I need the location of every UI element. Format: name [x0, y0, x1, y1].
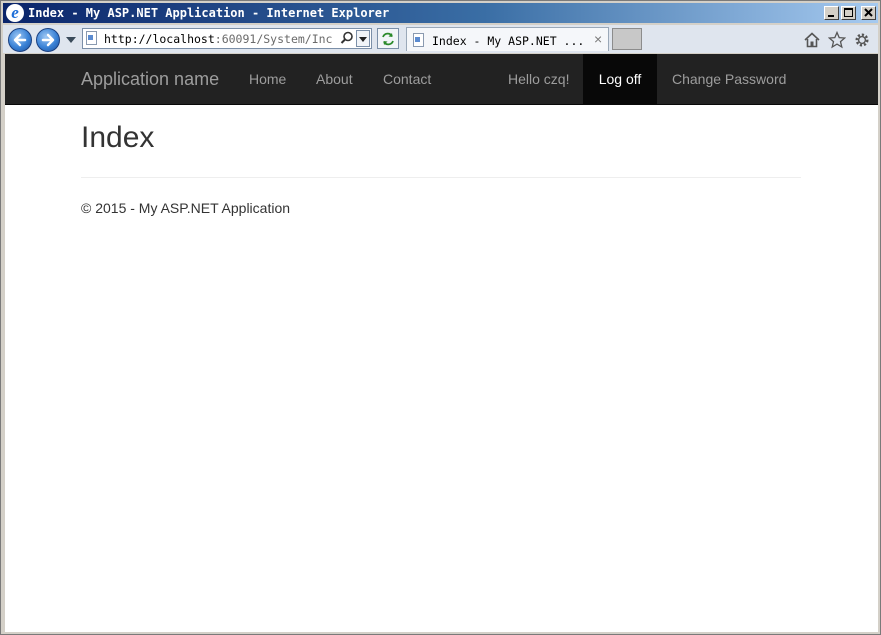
- browser-window: e Index - My ASP.NET Application - Inter…: [0, 0, 881, 635]
- maximize-button[interactable]: [841, 6, 856, 20]
- forward-button[interactable]: [36, 28, 60, 52]
- site-navbar: Application name Home About Contact Hell…: [5, 54, 878, 105]
- history-dropdown-icon[interactable]: [66, 37, 76, 43]
- refresh-button[interactable]: [377, 28, 399, 49]
- url-text[interactable]: http://localhost:60091/System/Inc: [104, 32, 340, 46]
- search-icon[interactable]: [340, 31, 354, 45]
- footer-divider: [81, 177, 801, 178]
- tab-page-icon: [413, 33, 424, 47]
- footer-text: © 2015 - My ASP.NET Application: [81, 200, 291, 216]
- back-button[interactable]: [8, 28, 32, 52]
- back-icon: [13, 33, 27, 47]
- address-bar[interactable]: http://localhost:60091/System/Inc: [82, 28, 372, 49]
- gear-icon[interactable]: [853, 31, 871, 49]
- address-toolbar: http://localhost:60091/System/Inc Index …: [3, 25, 878, 53]
- nav-hello-user-link[interactable]: Hello czq!: [508, 54, 569, 104]
- tab-close-icon[interactable]: ×: [594, 31, 602, 47]
- nav-contact-link[interactable]: Contact: [383, 54, 431, 104]
- new-tab-button[interactable]: [612, 28, 642, 50]
- page-icon: [86, 31, 97, 45]
- home-icon[interactable]: [803, 31, 821, 49]
- window-title: Index - My ASP.NET Application - Interne…: [28, 6, 390, 20]
- ie-logo-icon: e: [6, 4, 24, 22]
- title-bar[interactable]: e Index - My ASP.NET Application - Inter…: [3, 3, 878, 23]
- change-password-link[interactable]: Change Password: [672, 54, 786, 104]
- tab-title: Index - My ASP.NET ...: [432, 34, 585, 48]
- refresh-icon: [382, 32, 394, 46]
- address-dropdown-button[interactable]: [356, 30, 370, 47]
- forward-icon: [41, 33, 55, 47]
- log-off-link[interactable]: Log off: [583, 54, 657, 104]
- brand-link[interactable]: Application name: [81, 54, 219, 104]
- star-icon[interactable]: [828, 31, 846, 49]
- browser-tab[interactable]: Index - My ASP.NET ... ×: [406, 27, 609, 51]
- web-page: Application name Home About Contact Hell…: [5, 54, 878, 632]
- minimize-button[interactable]: [824, 6, 839, 20]
- page-title: Index: [81, 121, 155, 154]
- nav-about-link[interactable]: About: [316, 54, 353, 104]
- nav-home-link[interactable]: Home: [249, 54, 286, 104]
- close-window-button[interactable]: [861, 6, 876, 20]
